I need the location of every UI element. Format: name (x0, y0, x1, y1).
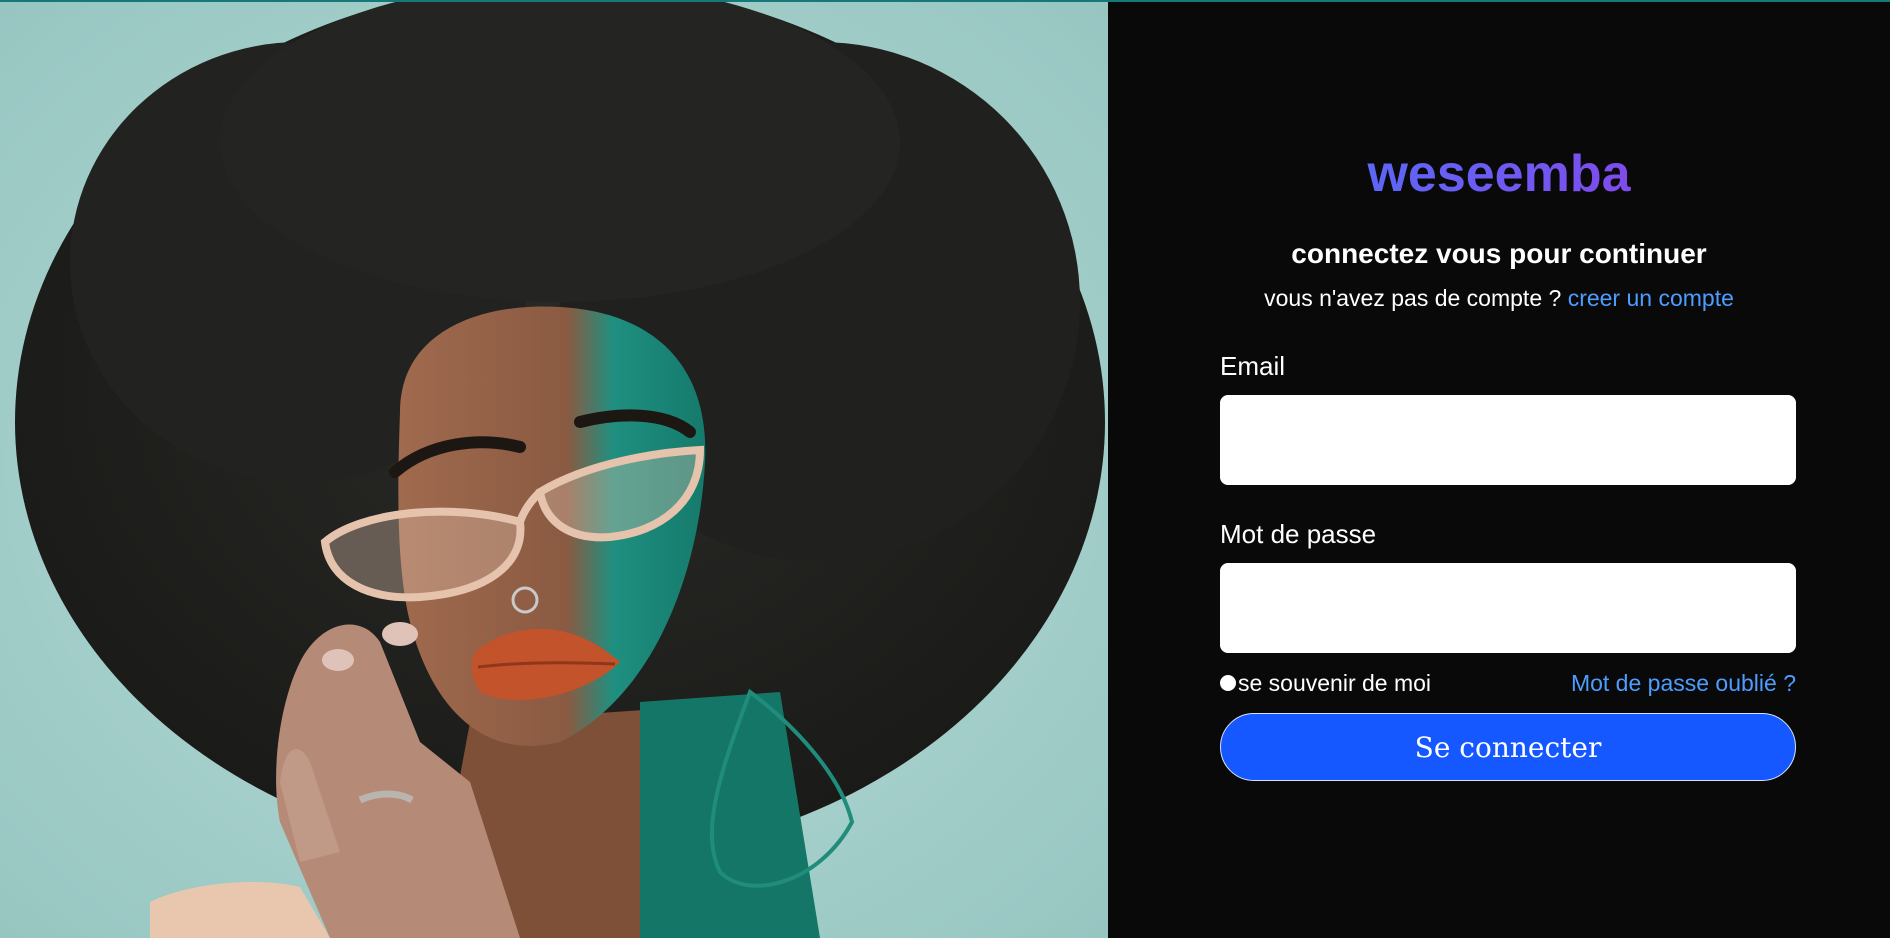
login-panel: weseemba connectez vous pour continuer v… (1108, 2, 1890, 938)
portrait-photo-icon (0, 2, 1108, 938)
page-title: connectez vous pour continuer (1291, 238, 1707, 269)
remember-me-radio[interactable] (1220, 675, 1236, 691)
signup-prompt-text: vous n'avez pas de compte ? (1264, 285, 1562, 311)
login-page: weseemba connectez vous pour continuer v… (0, 0, 1890, 938)
forgot-password-link[interactable]: Mot de passe oublié ? (1571, 669, 1796, 697)
signup-prompt: vous n'avez pas de compte ? creer un com… (1108, 284, 1890, 312)
password-label: Mot de passe (1220, 519, 1377, 549)
login-button[interactable]: Se connecter (1220, 713, 1796, 781)
email-label: Email (1220, 351, 1286, 381)
email-field[interactable] (1220, 395, 1796, 485)
create-account-link[interactable]: creer un compte (1568, 285, 1734, 311)
remember-me-label: se souvenir de moi (1238, 670, 1432, 696)
brand-logo: weseemba (1108, 144, 1890, 204)
password-field[interactable] (1220, 563, 1796, 653)
hero-portrait-image (0, 2, 1108, 938)
remember-me-control[interactable]: se souvenir de moi (1220, 669, 1431, 697)
